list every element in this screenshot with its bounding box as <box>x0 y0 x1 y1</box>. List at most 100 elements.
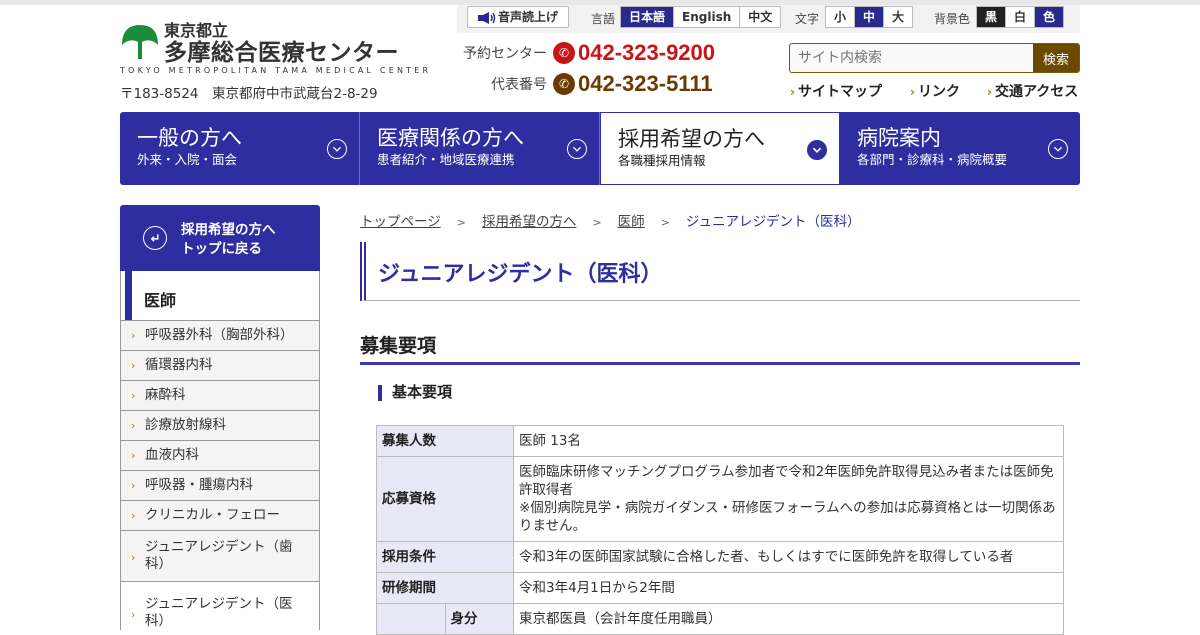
phone-main-label: 代表番号 <box>491 77 547 93</box>
sidebar-item-junior-resident-dental[interactable]: › ジュニアレジデント（歯科） <box>120 531 320 582</box>
chevron-right-icon: › <box>131 551 136 564</box>
table-row: 採用条件 令和3年の医師国家試験に合格した者、もしくはすでに医師免許を取得してい… <box>376 541 1064 573</box>
chevron-right-icon: › <box>987 85 992 99</box>
sidebar-item-cardiology[interactable]: › 循環器内科 <box>120 351 320 381</box>
quick-link-links[interactable]: › リンク <box>910 81 960 101</box>
voice-read-button[interactable]: 音声読上げ <box>467 6 570 28</box>
table-cell: 医師臨床研修マッチングプログラム参加者で令和2年医師免許取得見込み者または医師免… <box>513 456 1064 542</box>
search-button[interactable]: 検索 <box>1033 44 1079 72</box>
sidebar-item-label: 呼吸器外科（胸部外科） <box>145 327 294 343</box>
sidebar-item-radiology[interactable]: › 診療放射線科 <box>120 411 320 441</box>
text-size-small[interactable]: 小 <box>826 7 854 27</box>
voice-read-label: 音声読上げ <box>498 10 559 24</box>
subsection-title: 基本要項 <box>378 385 452 401</box>
breadcrumb-separator: > <box>456 216 466 229</box>
breadcrumb-doctor[interactable]: 医師 <box>618 214 645 230</box>
sidebar-item-junior-resident-medical[interactable]: › ジュニアレジデント（医科） <box>120 582 320 630</box>
chevron-down-icon <box>1048 139 1068 159</box>
table-cell: 医師 13名 <box>513 425 1064 457</box>
phone-reservation-label: 予約センター <box>463 46 547 62</box>
logo-sub-text: 東京都立 <box>164 21 229 40</box>
sidebar-item-hematology[interactable]: › 血液内科 <box>120 441 320 471</box>
section-title: 募集要項 <box>360 330 1080 365</box>
text-size-large[interactable]: 大 <box>883 7 912 27</box>
qualification-text: 医師臨床研修マッチングプログラム参加者で令和2年医師免許取得見込み者または医師免… <box>519 464 1054 498</box>
search-input[interactable] <box>798 48 1028 68</box>
chevron-right-icon: › <box>910 85 915 99</box>
text-size-switcher: 小 中 大 <box>825 6 914 28</box>
nav-subtitle: 外来・入院・面会 <box>137 152 238 167</box>
logo-english-text: TOKYO METROPOLITAN TAMA MEDICAL CENTER <box>120 66 432 75</box>
nav-hospital-info[interactable]: 病院案内 各部門・診療科・病院概要 <box>840 112 1080 185</box>
nav-title: 一般の方へ <box>137 126 242 150</box>
phone-main-number[interactable]: 042-323-5111 <box>578 71 713 96</box>
table-cell: 令和3年4月1日から2年間 <box>513 572 1064 604</box>
sidebar: 採用希望の方へ トップに戻る 医師 › 呼吸器外科（胸部外科） › 循環器内科 › 麻… <box>120 205 320 630</box>
chevron-right-icon: › <box>131 389 136 402</box>
chevron-right-icon: › <box>131 329 136 342</box>
sidebar-item-label: ジュニアレジデント（歯科） <box>145 539 293 572</box>
chevron-right-icon: › <box>131 449 136 462</box>
logo-mark-icon <box>122 25 158 59</box>
breadcrumb-recruitment[interactable]: 採用希望の方へ <box>482 214 577 230</box>
table-row: 研修期間 令和3年4月1日から2年間 <box>376 572 1064 604</box>
sidebar-item-label: 麻酔科 <box>145 387 186 403</box>
nav-subtitle: 各部門・診療科・病院概要 <box>857 152 1008 167</box>
quick-link-access[interactable]: › 交通アクセス <box>987 81 1078 101</box>
phone-reservation-number[interactable]: 042-323-9200 <box>578 40 715 65</box>
hospital-address: 〒183-8524 東京都府中市武蔵台2-8-29 <box>120 86 378 102</box>
phone-reservation: 予約センター ✆ 042-323-9200 <box>455 40 715 66</box>
breadcrumb: トップページ > 採用希望の方へ > 医師 > ジュニアレジデント（医科） <box>360 210 860 230</box>
sidebar-heading: 医師 <box>120 271 320 321</box>
qualification-note: ※個別病院見学・病院ガイダンス・研修医フォーラムへの参加は応募資格とは一切関係あ… <box>519 500 1056 534</box>
table-row: 募集人数 医師 13名 <box>376 425 1064 457</box>
nav-medical-professionals[interactable]: 医療関係の方へ 患者紹介・地域医療連携 <box>360 112 600 185</box>
nav-title: 病院案内 <box>857 126 941 150</box>
phone-icon: ✆ <box>553 73 575 95</box>
breadcrumb-separator: > <box>592 216 602 229</box>
quick-link-sitemap[interactable]: › サイトマップ <box>790 81 882 101</box>
chevron-down-icon <box>807 140 827 160</box>
chevron-right-icon: › <box>131 359 136 372</box>
sidebar-item-thoracic-surgery[interactable]: › 呼吸器外科（胸部外科） <box>120 321 320 351</box>
back-to-recruitment-top-button[interactable]: 採用希望の方へ トップに戻る <box>120 205 320 271</box>
sidebar-item-label: ジュニアレジデント（医科） <box>145 596 293 629</box>
chevron-right-icon: › <box>131 479 136 492</box>
logo-main-text: 多摩総合医療センター <box>164 40 399 66</box>
table-header-cell: 研修期間 <box>376 572 514 604</box>
breadcrumb-top[interactable]: トップページ <box>360 214 441 230</box>
sidebar-item-label: 循環器内科 <box>145 357 213 373</box>
sidebar-item-respiratory-oncology[interactable]: › 呼吸器・腫瘍内科 <box>120 471 320 501</box>
nav-general[interactable]: 一般の方へ 外来・入院・面会 <box>120 112 360 185</box>
page-title: ジュニアレジデント（医科） <box>360 242 1080 301</box>
quick-link-label: サイトマップ <box>797 84 882 100</box>
sidebar-item-label: 呼吸器・腫瘍内科 <box>145 477 253 493</box>
global-nav: 一般の方へ 外来・入院・面会 医療関係の方へ 患者紹介・地域医療連携 採用希望の… <box>120 112 1080 185</box>
speaker-icon <box>478 12 496 24</box>
phone-main: 代表番号 ✆ 042-323-5111 <box>455 71 713 97</box>
nav-title: 医療関係の方へ <box>377 126 524 150</box>
site-logo[interactable]: 東京都立 多摩総合医療センター TOKYO METROPOLITAN TAMA … <box>120 20 428 80</box>
sidebar-item-anesthesiology[interactable]: › 麻酔科 <box>120 381 320 411</box>
lang-japanese[interactable]: 日本語 <box>621 7 674 27</box>
bg-white[interactable]: 白 <box>1005 7 1034 27</box>
table-cell: 令和3年の医師国家試験に合格した者、もしくはすでに医師免許を取得している者 <box>513 541 1064 573</box>
return-arrow-icon <box>143 226 167 250</box>
sidebar-item-label: 診療放射線科 <box>145 417 226 433</box>
sidebar-item-clinical-fellow[interactable]: › クリニカル・フェロー <box>120 501 320 531</box>
bg-color[interactable]: 色 <box>1034 7 1064 27</box>
chevron-right-icon: › <box>131 608 136 621</box>
chevron-right-icon: › <box>131 419 136 432</box>
bg-black[interactable]: 黒 <box>977 7 1006 27</box>
sidebar-item-label: クリニカル・フェロー <box>145 507 280 523</box>
breadcrumb-separator: > <box>660 216 670 229</box>
chevron-right-icon: › <box>790 85 795 99</box>
language-label: 言語 <box>591 12 616 26</box>
text-size-medium[interactable]: 中 <box>854 7 884 27</box>
lang-chinese[interactable]: 中文 <box>739 7 780 27</box>
chevron-right-icon: › <box>131 509 136 522</box>
table-row: 応募資格 医師臨床研修マッチングプログラム参加者で令和2年医師免許取得見込み者ま… <box>376 456 1064 542</box>
lang-english[interactable]: English <box>673 7 739 27</box>
nav-recruitment[interactable]: 採用希望の方へ 各職種採用情報 <box>600 112 840 185</box>
table-header-cell: 応募資格 <box>376 456 514 542</box>
